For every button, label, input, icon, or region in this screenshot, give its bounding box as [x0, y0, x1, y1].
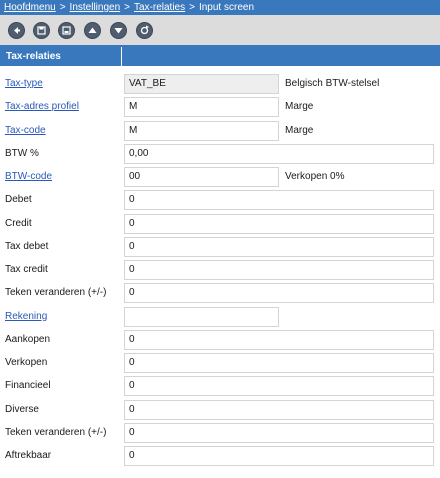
- form-row-financieel: Financieel 0: [0, 376, 440, 399]
- form-row-diverse: Diverse 0: [0, 399, 440, 423]
- breadcrumb-separator: >: [189, 2, 195, 13]
- form-row-rekening: Rekening: [0, 306, 440, 330]
- breadcrumb-link-tax-relaties[interactable]: Tax-relaties: [134, 2, 185, 13]
- debet-field[interactable]: 0: [124, 190, 434, 211]
- diverse-field[interactable]: 0: [124, 399, 434, 420]
- verkopen-label: Verkopen: [5, 357, 48, 368]
- tax-type-field[interactable]: VAT_BE: [124, 74, 279, 94]
- verkopen-field[interactable]: 0: [124, 353, 434, 373]
- tax-code-field[interactable]: M: [124, 120, 279, 141]
- form-row-tax-credit: Tax credit 0: [0, 260, 440, 283]
- teken-veranderen-label: Teken veranderen (+/-): [5, 426, 107, 438]
- financieel-label: Financieel: [5, 380, 51, 392]
- teken-veranderen-field[interactable]: 0: [124, 283, 434, 304]
- back-icon: [14, 27, 20, 34]
- move-up-button[interactable]: [84, 22, 101, 39]
- save-close-button[interactable]: [58, 22, 75, 39]
- save-close-icon: [62, 26, 71, 35]
- back-button[interactable]: [8, 22, 25, 39]
- tax-credit-field[interactable]: 0: [124, 260, 434, 280]
- form-row-aankopen: Aankopen 0: [0, 329, 440, 353]
- form-row-btw-code: BTW-code 00 Verkopen 0%: [0, 167, 440, 190]
- breadcrumb-link-hoofdmenu[interactable]: Hoofdmenu: [4, 2, 56, 13]
- aankopen-label: Aankopen: [5, 333, 51, 345]
- breadcrumb-separator: >: [59, 2, 66, 13]
- financieel-field[interactable]: 0: [124, 376, 434, 397]
- form-row-aftrekbaar: Aftrekbaar 0: [0, 446, 440, 469]
- save-button[interactable]: [33, 22, 50, 39]
- aankopen-field[interactable]: 0: [124, 329, 434, 350]
- btw-code-description: Verkopen 0%: [285, 171, 345, 182]
- form-row-credit: Credit 0: [0, 213, 440, 237]
- tax-adres-profiel-field[interactable]: M: [124, 97, 279, 118]
- tax-adres-profiel-description: Marge: [285, 101, 314, 113]
- section-title: Tax-relaties: [0, 47, 122, 66]
- tax-debet-field[interactable]: 0: [124, 236, 434, 257]
- rekening-field[interactable]: [124, 306, 279, 327]
- form-row-tax-type: Tax-type VAT_BE Belgisch BTW-stelsel: [0, 74, 440, 97]
- credit-field[interactable]: 0: [124, 213, 434, 234]
- breadcrumb-separator: >: [124, 2, 130, 13]
- tax-type-description: Belgisch BTW-stelsel: [285, 78, 380, 89]
- form-row-btw-pct: BTW % 0,00: [0, 143, 440, 167]
- arrow-down-icon: [114, 28, 123, 34]
- toolbar: [0, 15, 440, 45]
- btw-code-field[interactable]: 00: [124, 167, 279, 187]
- form-row-teken-veranderen-2: Teken veranderen (+/-) 0: [0, 422, 440, 446]
- credit-label: Credit: [5, 217, 32, 229]
- breadcrumb-current: Input screen: [198, 2, 255, 13]
- aftrekbaar-field[interactable]: 0: [124, 446, 434, 466]
- btw-code-link[interactable]: BTW-code: [5, 167, 52, 187]
- tax-debet-label: Tax debet: [5, 240, 49, 252]
- form-row-tax-adres-profiel: Tax-adres profiel M Marge: [0, 97, 440, 120]
- diverse-label: Diverse: [5, 403, 39, 415]
- breadcrumb: Hoofdmenu > Instellingen > Tax-relaties > Inpu…: [0, 0, 440, 15]
- arrow-up-icon: [88, 27, 97, 33]
- tax-type-link[interactable]: Tax-type: [5, 74, 43, 94]
- form: Tax-type VAT_BE Belgisch BTW-stelsel Tax…: [0, 74, 440, 469]
- teken-veranderen-field[interactable]: 0: [124, 422, 434, 443]
- refresh-button[interactable]: [136, 22, 153, 39]
- btw-pct-label: BTW %: [5, 147, 39, 159]
- save-icon: [37, 26, 46, 35]
- breadcrumb-link-instellingen[interactable]: Instellingen: [70, 2, 121, 13]
- form-row-tax-debet: Tax debet 0: [0, 236, 440, 260]
- tax-code-description: Marge: [285, 124, 314, 136]
- form-row-verkopen: Verkopen 0: [0, 353, 440, 376]
- tax-credit-label: Tax credit: [5, 264, 48, 275]
- debet-label: Debet: [5, 194, 32, 206]
- form-row-debet: Debet 0: [0, 190, 440, 213]
- teken-veranderen-label: Teken veranderen (+/-): [5, 287, 107, 299]
- refresh-icon: [140, 25, 149, 35]
- move-down-button[interactable]: [110, 22, 127, 39]
- tax-code-link[interactable]: Tax-code: [5, 121, 46, 141]
- rekening-link[interactable]: Rekening: [5, 307, 47, 327]
- tax-adres-profiel-link[interactable]: Tax-adres profiel: [5, 97, 79, 117]
- btw-pct-field[interactable]: 0,00: [124, 143, 434, 164]
- form-row-teken-veranderen-1: Teken veranderen (+/-) 0: [0, 283, 440, 306]
- aftrekbaar-label: Aftrekbaar: [5, 450, 52, 461]
- form-row-tax-code: Tax-code M Marge: [0, 120, 440, 144]
